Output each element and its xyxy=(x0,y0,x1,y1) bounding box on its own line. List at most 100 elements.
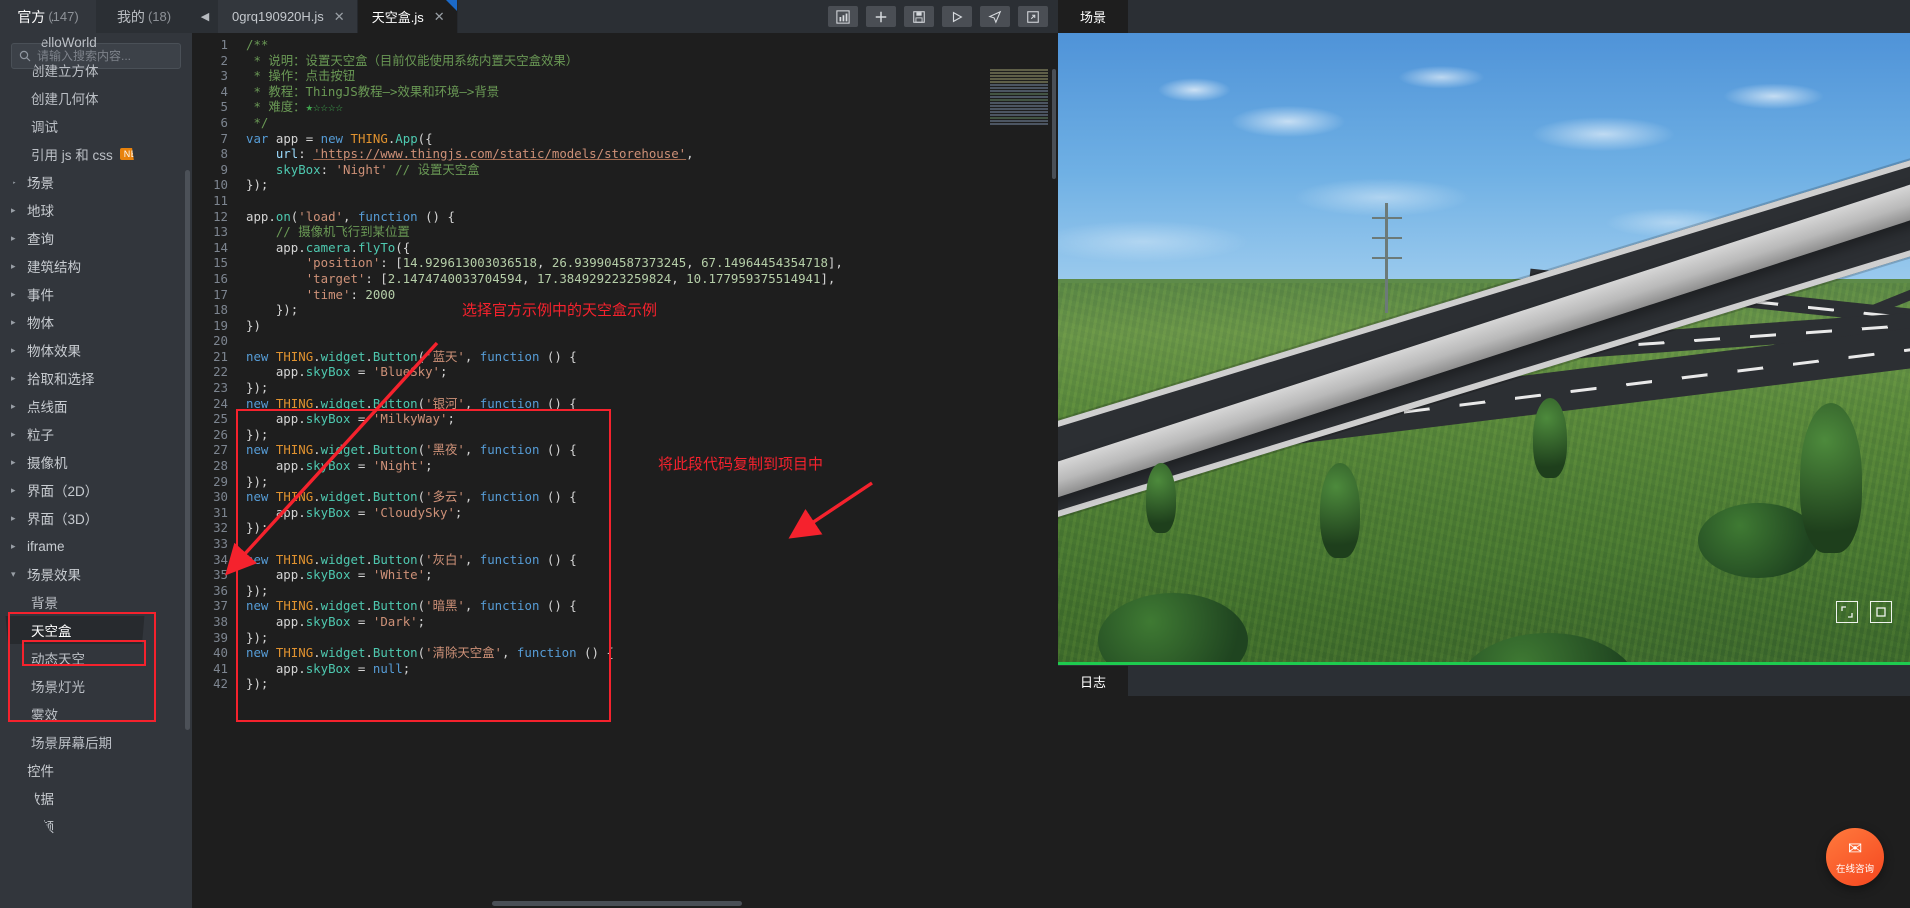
open-external-button[interactable] xyxy=(1018,6,1048,27)
sidebar-item-28[interactable]: ▸ 数据 xyxy=(0,784,150,812)
sidebar-scrollbar[interactable] xyxy=(185,170,190,730)
code-line[interactable]: app.skyBox = null; xyxy=(246,661,1058,677)
chevron-right-icon[interactable]: ▸ xyxy=(11,345,23,356)
code-line[interactable]: }); xyxy=(246,380,1058,396)
chevron-right-icon[interactable]: ▸ xyxy=(11,401,23,412)
chevron-right-icon[interactable]: ▸ xyxy=(11,485,23,496)
chevron-right-icon[interactable]: ▸ xyxy=(11,289,23,300)
tab-scroll-left-icon[interactable]: ◀ xyxy=(192,0,218,33)
close-icon[interactable]: ✕ xyxy=(334,9,345,25)
chevron-right-icon[interactable]: ▸ xyxy=(11,793,23,804)
code-editor[interactable]: 1 2 3 4 5 6 7 8 9 10 11 12 13 14 15 16 17 18 19 20 21 22 23 24 2… xyxy=(192,33,1058,908)
code-line[interactable]: 'position': [14.929613003036518, 26.9399… xyxy=(246,255,1058,271)
code-line[interactable]: new THING.widget.Button('灰白', function (… xyxy=(246,552,1058,568)
sidebar-item-19[interactable]: ▸ iframe xyxy=(0,532,150,560)
sidebar-item-4[interactable]: 调试 xyxy=(0,112,150,140)
code-line[interactable]: new THING.widget.Button('多云', function (… xyxy=(246,489,1058,505)
code-line[interactable]: app.skyBox = 'BlueSky'; xyxy=(246,364,1058,380)
code-line[interactable]: new THING.widget.Button('蓝天', function (… xyxy=(246,349,1058,365)
code-line[interactable]: var app = new THING.App({ xyxy=(246,131,1058,147)
sidebar-item-8[interactable]: ▸ 查询 xyxy=(0,224,150,252)
code-line[interactable]: }); xyxy=(246,583,1058,599)
sidebar-item-11[interactable]: ▸ 物体 xyxy=(0,308,150,336)
code-line[interactable] xyxy=(246,536,1058,552)
code-line[interactable]: url: 'https://www.thingjs.com/static/mod… xyxy=(246,146,1058,162)
chevron-right-icon[interactable]: ▸ xyxy=(11,429,23,440)
sidebar-item-27[interactable]: ▸ 控件 xyxy=(0,756,150,784)
code-line[interactable]: app.skyBox = 'CloudySky'; xyxy=(246,505,1058,521)
code-line[interactable] xyxy=(246,193,1058,209)
code-line[interactable]: 'target': [2.1474740033704594, 17.384929… xyxy=(246,271,1058,287)
sidebar-item-16[interactable]: ▸ 摄像机 xyxy=(0,448,150,476)
chevron-right-icon[interactable]: ▸ xyxy=(11,233,23,244)
chevron-right-icon[interactable]: ▸ xyxy=(11,513,23,524)
code-line[interactable]: }); xyxy=(246,177,1058,193)
sidebar-item-24[interactable]: 场景灯光 xyxy=(0,672,150,700)
code-line[interactable]: app.skyBox = 'Dark'; xyxy=(246,614,1058,630)
code-line[interactable]: app.skyBox = 'MilkyWay'; xyxy=(246,411,1058,427)
code-line[interactable]: * 难度：★☆☆☆☆ xyxy=(246,99,1058,115)
sidebar-item-29[interactable]: ▸ 视频 xyxy=(0,812,150,840)
code-line[interactable]: }); xyxy=(246,474,1058,490)
run-button[interactable] xyxy=(942,6,972,27)
sidebar-item-10[interactable]: ▸ 事件 xyxy=(0,280,150,308)
code-line[interactable]: */ xyxy=(246,115,1058,131)
sidebar-item-22[interactable]: 天空盒 xyxy=(0,616,151,644)
save-button[interactable] xyxy=(904,6,934,27)
code-line[interactable] xyxy=(246,333,1058,349)
chevron-right-icon[interactable]: ▸ xyxy=(11,205,23,216)
code-line[interactable]: app.skyBox = 'White'; xyxy=(246,567,1058,583)
code-line[interactable]: }); xyxy=(246,520,1058,536)
sidebar-item-21[interactable]: 背景 xyxy=(0,588,150,616)
chevron-right-icon[interactable]: ▸ xyxy=(11,317,23,328)
code-content[interactable]: /** * 说明：设置天空盒（目前仅能使用系统内置天空盒效果） * 操作：点击按… xyxy=(238,33,1058,908)
sidebar-item-9[interactable]: ▸ 建筑结构 xyxy=(0,252,150,280)
code-line[interactable]: }); xyxy=(246,427,1058,443)
code-line[interactable]: * 操作：点击按钮 xyxy=(246,68,1058,84)
chevron-right-icon[interactable]: ▸ xyxy=(11,177,23,188)
online-chat-button[interactable]: ✉ 在线咨询 xyxy=(1826,828,1884,886)
sidebar-item-5[interactable]: 引用 js 和 css NEW xyxy=(0,140,151,168)
sidebar-item-0[interactable]: ▸ 开始 xyxy=(0,0,150,28)
minimap[interactable] xyxy=(990,69,1048,131)
code-line[interactable]: new THING.widget.Button('黑夜', function (… xyxy=(246,442,1058,458)
sidebar-item-26[interactable]: 场景屏幕后期 xyxy=(0,728,150,756)
sidebar-item-18[interactable]: ▸ 界面（3D） xyxy=(0,504,150,532)
tab-log[interactable]: 日志 xyxy=(1058,666,1129,696)
code-line[interactable]: }); xyxy=(246,630,1058,646)
chevron-right-icon[interactable]: ▸ xyxy=(11,821,23,832)
code-line[interactable]: // 摄像机飞行到某位置 xyxy=(246,224,1058,240)
sidebar-item-6[interactable]: ▸ 场景 xyxy=(0,168,150,196)
editor-tab-skybox[interactable]: 天空盒.js ✕ xyxy=(357,0,458,33)
chevron-right-icon[interactable]: ▸ xyxy=(11,373,23,384)
sidebar-item-15[interactable]: ▸ 粒子 xyxy=(0,420,150,448)
sidebar-item-17[interactable]: ▸ 界面（2D） xyxy=(0,476,150,504)
code-line[interactable]: new THING.widget.Button('暗黑', function (… xyxy=(246,598,1058,614)
chevron-right-icon[interactable]: ▸ xyxy=(11,765,23,776)
new-file-button[interactable] xyxy=(866,6,896,27)
sidebar-item-23[interactable]: 动态天空 xyxy=(0,644,150,672)
fit-view-icon[interactable] xyxy=(1870,601,1892,623)
sidebar-item-3[interactable]: 创建几何体 xyxy=(0,84,150,112)
chevron-right-icon[interactable]: ▸ xyxy=(11,261,23,272)
sidebar-item-1[interactable]: HelloWorld xyxy=(0,28,150,56)
code-line[interactable]: }) xyxy=(246,318,1058,334)
code-line[interactable]: * 说明：设置天空盒（目前仅能使用系统内置天空盒效果） xyxy=(246,53,1058,69)
code-line[interactable]: new THING.widget.Button('清除天空盒', functio… xyxy=(246,645,1058,661)
sidebar-item-25[interactable]: 雾效 xyxy=(0,700,150,728)
code-line[interactable]: new THING.widget.Button('银河', function (… xyxy=(246,396,1058,412)
scene-3d-canvas[interactable] xyxy=(1058,33,1910,665)
fullscreen-expand-icon[interactable] xyxy=(1836,601,1858,623)
chevron-right-icon[interactable]: ▸ xyxy=(11,9,23,20)
sidebar-item-14[interactable]: ▸ 点线面 xyxy=(0,392,150,420)
sidebar-item-2[interactable]: 创建立方体 xyxy=(0,56,150,84)
code-line[interactable]: app.skyBox = 'Night'; xyxy=(246,458,1058,474)
code-line[interactable]: skyBox: 'Night' // 设置天空盒 xyxy=(246,162,1058,178)
code-line[interactable]: * 教程：ThingJS教程—>效果和环境—>背景 xyxy=(246,84,1058,100)
editor-vertical-scrollbar[interactable] xyxy=(1052,69,1056,179)
editor-horizontal-scrollbar[interactable] xyxy=(492,901,742,906)
chevron-right-icon[interactable]: ▸ xyxy=(11,457,23,468)
code-line[interactable]: }); xyxy=(246,676,1058,692)
close-icon[interactable]: ✕ xyxy=(434,9,445,25)
chevron-down-icon[interactable]: ▾ xyxy=(11,569,23,580)
